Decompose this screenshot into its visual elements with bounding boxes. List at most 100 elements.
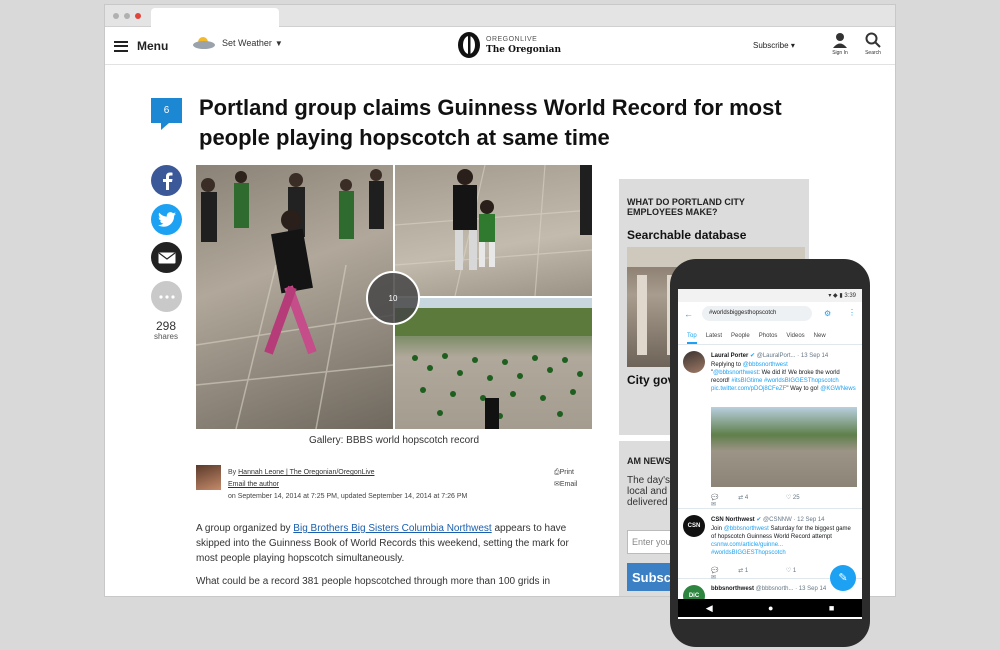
subscribe-button[interactable]: Subscribe ▾ [753,41,795,50]
twitter-icon [157,212,176,227]
tweet-text-part: " Way to go! [786,386,821,392]
gallery-count: 10 [388,293,398,303]
more-dots-icon [158,294,175,299]
comment-badge-tail [161,123,169,130]
twitter-share-button[interactable] [151,204,182,235]
tweet-handle: @LauralPort... [756,353,796,359]
author-link[interactable]: Hannah Leone | The Oregonian/OregonLive [238,469,374,476]
window-dot[interactable] [124,13,130,19]
phone-device: ▾ ◆ ▮ 3:39 ← #worldsbiggesthopscotch ⚙ ⋮… [670,259,870,647]
home-icon[interactable]: ● [768,603,773,613]
browser-titlebar [105,5,895,27]
recents-icon[interactable]: ■ [829,603,834,613]
tweet-mention[interactable]: @bbbsnorthwest [724,526,769,532]
sign-in-button[interactable]: Sign In [825,32,855,56]
byline: By Hannah Leone | The Oregonian/OregonLi… [196,465,592,505]
window-dot[interactable] [113,13,119,19]
article-body: A group organized by Big Brothers Big Si… [196,521,586,596]
chevron-down-icon: ▼ [274,38,283,48]
tab-people[interactable]: People [731,329,750,344]
byline-text: By Hannah Leone | The Oregonian/OregonLi… [228,467,467,503]
share-icon[interactable]: ✉ [711,502,716,508]
facebook-share-button[interactable] [151,165,182,196]
tweet-link[interactable]: pic.twitter.com/pDOj8CFeZF [711,386,786,392]
email-share-button[interactable] [151,242,182,273]
tab-videos[interactable]: Videos [786,329,804,344]
browser-tab[interactable] [151,8,279,27]
photo-gallery[interactable]: 10 [196,165,592,429]
avatar[interactable] [683,351,705,373]
paragraph: A group organized by Big Brothers Big Si… [196,521,586,566]
tweet-hashtag[interactable]: #worldsBIGGESThopscotch [711,550,786,556]
tab-latest[interactable]: Latest [706,329,722,344]
search-icon [865,32,881,48]
verified-icon: ✔ [756,517,762,523]
user-icon [833,33,847,48]
close-dot[interactable] [135,13,141,19]
tweet-text-part: Join [711,526,724,532]
tweet-reply-to: Replying to @bbbsnorthwest [711,361,857,369]
promo-title: Searchable database [627,228,747,242]
tweet-link[interactable]: csnnw.com/article/guinne... [711,542,783,548]
tweet[interactable]: Laural Porter ✔ @LauralPort... · 13 Sep … [678,347,862,509]
print-email-links: ⎙Print ✉Email [554,467,577,491]
comment-count-badge[interactable]: 6 [151,98,182,123]
reply-icon[interactable]: 💬 [711,568,718,574]
tab-news[interactable]: New [814,329,826,344]
verified-icon: ✔ [750,353,756,359]
retweet-button[interactable]: ⇄ 4 [738,495,766,501]
back-arrow-icon[interactable]: ← [684,309,693,319]
facebook-icon [162,172,172,190]
tweet-author: CSN Northwest [711,517,755,523]
menu-button[interactable]: Menu [114,37,168,55]
tab-top[interactable]: Top [687,329,697,344]
tweet-mention[interactable]: @bbbsnorthwest [713,370,758,376]
reply-icon[interactable]: 💬 [711,495,718,501]
site-logo[interactable]: OREGONLIVE The Oregonian [457,31,561,59]
print-label: Print [559,469,575,476]
tweet-mention[interactable]: @KGWNews [820,386,855,392]
weather-button[interactable]: Set Weather ▼ [189,36,283,50]
author-photo [196,465,221,490]
reply-prefix: Replying to [711,362,743,368]
menu-label: Menu [137,39,169,53]
retweet-button[interactable]: ⇄ 1 [738,568,766,574]
tweet-author: Laural Porter [711,353,749,359]
search-button[interactable]: Search [858,32,888,56]
shares-label: shares [153,332,178,341]
site-header: Menu Set Weather ▼ OREGONLIVE The Oregon… [105,27,895,65]
tweet-hashtag[interactable]: #worldsBIGGESThopscotch [764,378,839,384]
email-author-link[interactable]: Email the author [228,481,279,488]
compose-icon: ✎ [838,572,848,584]
email-link[interactable]: ✉Email [554,479,577,491]
tweet-photo[interactable] [711,407,857,487]
status-time: 3:39 [844,293,856,299]
avatar[interactable]: CSN [683,515,705,537]
tweet-author: bbbsnorthwest [711,586,754,592]
chevron-down-icon: ▾ [790,41,795,50]
tweet-date: 12 Sep 14 [797,517,825,523]
twitter-search-bar: ← #worldsbiggesthopscotch ⚙ ⋮ [678,302,862,327]
search-tabs: Top Latest People Photos Videos New [678,329,862,345]
article-headline: Portland group claims Guinness World Rec… [199,95,782,150]
print-link[interactable]: ⎙Print [554,467,577,479]
like-button[interactable]: ♡ 25 [786,495,818,501]
logo-text: OREGONLIVE The Oregonian [486,35,561,55]
logo-o-icon [458,32,480,58]
stage: Menu Set Weather ▼ OREGONLIVE The Oregon… [0,0,1000,650]
paragraph: What could be a record 381 people hopsco… [196,576,551,587]
filter-icon[interactable]: ⚙ [824,309,831,318]
tab-photos[interactable]: Photos [759,329,778,344]
tweet-text: "@bbbsnorthwest: We did it! We broke the… [711,369,857,393]
twitter-search-input[interactable]: #worldsbiggesthopscotch [702,306,812,321]
more-share-button[interactable] [151,281,182,312]
overflow-menu-icon[interactable]: ⋮ [848,308,856,317]
tweet-hashtag[interactable]: #itsBIGtime [731,378,762,384]
subscribe-label: Subscribe [753,41,789,50]
back-icon[interactable]: ◀ [706,603,713,614]
like-button[interactable]: ♡ 1 [786,568,814,574]
compose-tweet-button[interactable]: ✎ [830,565,856,591]
reply-mention[interactable]: @bbbsnorthwest [743,362,788,368]
gallery-count-icon[interactable]: 10 [366,271,420,325]
bbbs-link[interactable]: Big Brothers Big Sisters Columbia Northw… [293,523,491,534]
